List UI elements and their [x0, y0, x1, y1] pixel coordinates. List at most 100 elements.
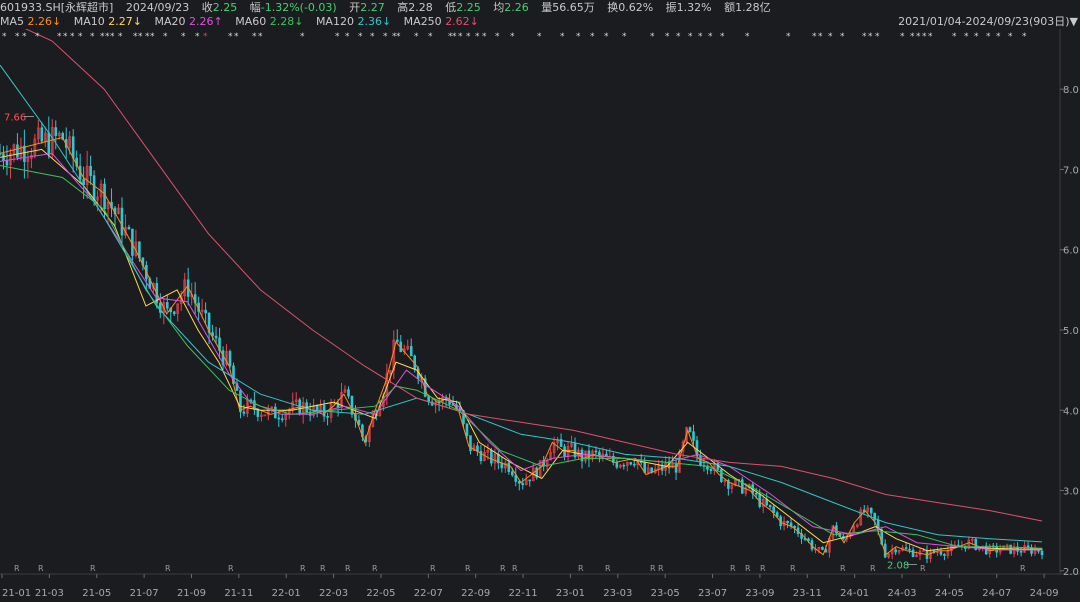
event-r-marker[interactable]: R [790, 564, 796, 573]
event-star-icon[interactable]: * [916, 32, 921, 42]
event-r-marker[interactable]: R [870, 564, 876, 573]
event-star-icon[interactable]: * [15, 32, 20, 42]
event-star-icon[interactable]: * [335, 32, 340, 42]
event-r-marker[interactable]: R [578, 564, 584, 573]
event-star-icon[interactable]: * [828, 32, 833, 42]
event-r-marker[interactable]: R [228, 564, 234, 573]
chevron-down-icon[interactable]: ▼ [1070, 15, 1078, 28]
event-star-icon[interactable]: * [786, 32, 791, 42]
event-star-icon[interactable]: * [604, 32, 609, 42]
event-star-icon[interactable]: * [1022, 32, 1027, 42]
event-r-marker[interactable]: R [345, 564, 351, 573]
event-star-icon[interactable]: * [840, 32, 845, 42]
event-r-marker[interactable]: R [430, 564, 436, 573]
event-star-icon[interactable]: * [181, 32, 186, 42]
event-r-marker[interactable]: R [745, 564, 751, 573]
event-star-icon[interactable]: * [345, 32, 350, 42]
event-star-icon[interactable]: * [495, 32, 500, 42]
event-star-icon[interactable]: * [900, 32, 905, 42]
event-star-icon[interactable]: * [396, 32, 401, 42]
event-star-icon[interactable]: * [862, 32, 867, 42]
event-star-icon[interactable]: * [475, 32, 480, 42]
event-star-icon[interactable]: * [818, 32, 823, 42]
event-star-icon[interactable]: * [22, 32, 27, 42]
event-star-icon[interactable]: * [428, 32, 433, 42]
event-star-icon[interactable]: * [358, 32, 363, 42]
event-star-icon[interactable]: * [650, 32, 655, 42]
event-star-icon[interactable]: * [118, 32, 123, 42]
event-star-icon[interactable]: * [928, 32, 933, 42]
event-r-marker[interactable]: R [730, 564, 736, 573]
event-star-icon[interactable]: * [812, 32, 817, 42]
event-star-icon[interactable]: * [698, 32, 703, 42]
event-r-marker[interactable]: R [165, 564, 171, 573]
event-star-icon[interactable]: * [868, 32, 873, 42]
event-r-marker[interactable]: R [760, 564, 766, 573]
event-star-icon[interactable]: * [370, 32, 375, 42]
event-star-icon[interactable]: * [150, 32, 155, 42]
event-star-icon[interactable]: * [996, 32, 1001, 42]
event-star-icon[interactable]: * [195, 32, 200, 42]
event-star-icon[interactable]: * [203, 32, 208, 42]
event-star-icon[interactable]: * [482, 32, 487, 42]
event-star-icon[interactable]: * [458, 32, 463, 42]
event-star-icon[interactable]: * [676, 32, 681, 42]
event-star-icon[interactable]: * [622, 32, 627, 42]
event-star-icon[interactable]: * [665, 32, 670, 42]
event-star-icon[interactable]: * [590, 32, 595, 42]
event-r-marker[interactable]: R [658, 564, 664, 573]
event-star-icon[interactable]: * [986, 32, 991, 42]
event-r-marker[interactable]: R [465, 564, 471, 573]
event-r-marker[interactable]: R [920, 564, 926, 573]
event-star-icon[interactable]: * [922, 32, 927, 42]
event-r-marker[interactable]: R [512, 564, 518, 573]
event-star-icon[interactable]: * [414, 32, 419, 42]
event-r-marker[interactable]: R [38, 564, 44, 573]
event-star-icon[interactable]: * [1008, 32, 1013, 42]
event-star-icon[interactable]: * [57, 32, 62, 42]
event-star-icon[interactable]: * [163, 32, 168, 42]
event-star-icon[interactable]: * [952, 32, 957, 42]
event-r-marker[interactable]: R [14, 564, 20, 573]
event-star-icon[interactable]: * [63, 32, 68, 42]
event-star-icon[interactable]: * [560, 32, 565, 42]
event-star-icon[interactable]: * [383, 32, 388, 42]
event-star-icon[interactable]: * [138, 32, 143, 42]
event-star-icon[interactable]: * [35, 32, 40, 42]
event-star-icon[interactable]: * [466, 32, 471, 42]
event-star-icon[interactable]: * [688, 32, 693, 42]
event-star-icon[interactable]: * [78, 32, 83, 42]
event-r-marker[interactable]: R [500, 564, 506, 573]
event-star-icon[interactable]: * [910, 32, 915, 42]
event-r-marker[interactable]: R [1020, 564, 1026, 573]
event-star-icon[interactable]: * [745, 32, 750, 42]
event-r-marker[interactable]: R [372, 564, 378, 573]
event-star-icon[interactable]: * [452, 32, 457, 42]
event-r-marker[interactable]: R [90, 564, 96, 573]
price-chart[interactable]: * * * * * * * * * * * * * * * * * * * * * * * * * * * * * * * * * * * * * * * *… [0, 29, 1080, 602]
event-r-marker[interactable]: R [605, 564, 611, 573]
event-star-icon[interactable]: * [576, 32, 581, 42]
event-star-icon[interactable]: * [252, 32, 257, 42]
event-star-icon[interactable]: * [110, 32, 115, 42]
event-star-icon[interactable]: * [875, 32, 880, 42]
event-r-marker[interactable]: R [650, 564, 656, 573]
event-star-icon[interactable]: * [228, 32, 233, 42]
event-star-icon[interactable]: * [974, 32, 979, 42]
event-star-icon[interactable]: * [2, 32, 7, 42]
event-star-icon[interactable]: * [964, 32, 969, 42]
event-star-icon[interactable]: * [258, 32, 263, 42]
event-star-icon[interactable]: * [720, 32, 725, 42]
event-star-icon[interactable]: * [234, 32, 239, 42]
event-r-marker[interactable]: R [300, 564, 306, 573]
event-star-icon[interactable]: * [537, 32, 542, 42]
event-star-icon[interactable]: * [70, 32, 75, 42]
event-star-icon[interactable]: * [510, 32, 515, 42]
event-star-icon[interactable]: * [300, 32, 305, 42]
event-star-icon[interactable]: * [708, 32, 713, 42]
event-star-icon[interactable]: * [90, 32, 95, 42]
event-r-marker[interactable]: R [320, 564, 326, 573]
stock-symbol[interactable]: 601933.SH[永辉超市] [0, 1, 113, 14]
date-range-selector[interactable]: 2021/01/04-2024/09/23(903日)▼ [898, 15, 1078, 29]
event-r-marker[interactable]: R [840, 564, 846, 573]
